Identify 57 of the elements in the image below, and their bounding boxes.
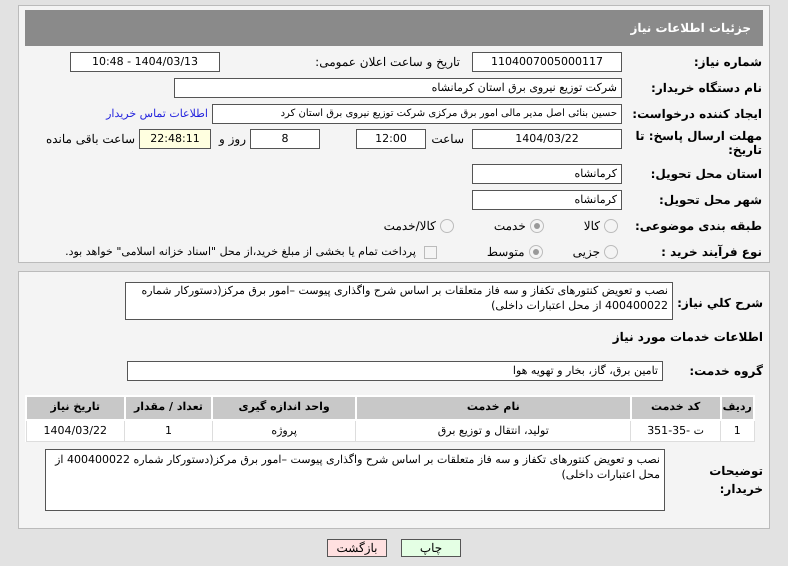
- column-header: واحد اندازه گیری: [212, 396, 356, 420]
- description-textarea[interactable]: نصب و تعویض کنتورهای تکفاز و سه فاز متعلقات بر اساس شرح واگذاری پیوست –امور برق مرکز(دستورکار شماره 400400022 از محل اعتبارات داخلی): [125, 282, 673, 320]
- text-field[interactable]: حسین بنائی اصل مدیر مالی امور برق مرکزی شرکت توزیع نیروی برق استان کرد: [212, 104, 622, 124]
- radio-button[interactable]: [528, 245, 543, 259]
- field-text: ساعت: [430, 131, 464, 148]
- notes-textarea[interactable]: نصب و تعویض کنتورهای تکفاز و سه فاز متعلقات بر اساس شرح واگذاری پیوست –امور برق مرکز(دستورکار شماره 400400022 از محل اعتبارات داخلی): [45, 449, 665, 511]
- print-button[interactable]: چاپ: [401, 539, 461, 557]
- field-label: تاریخ و ساعت اعلان عمومی:: [314, 54, 460, 71]
- text-field[interactable]: 8: [250, 129, 320, 149]
- field-text: ساعت باقی مانده: [46, 131, 135, 148]
- text-field[interactable]: 1404/03/13 - 10:48: [70, 52, 220, 72]
- radio-button[interactable]: [604, 219, 618, 233]
- field-text: خدمت: [494, 218, 526, 235]
- field-label: مهلت ارسال پاسخ: تا تاریخ:: [634, 129, 762, 157]
- field-label: گروه خدمت:: [688, 362, 763, 380]
- field-label: استان محل تحویل:: [650, 166, 762, 183]
- column-header: کد خدمت: [630, 396, 721, 420]
- radio-button[interactable]: [440, 219, 454, 233]
- field-text: متوسط: [486, 244, 525, 261]
- text-field[interactable]: 12:00: [356, 129, 426, 149]
- table-cell: 1: [124, 420, 212, 442]
- field-label: نام دستگاه خریدار:: [650, 80, 762, 97]
- text-field[interactable]: 22:48:11: [139, 129, 211, 149]
- text-field[interactable]: 1104007005000117: [472, 52, 622, 72]
- field-label: ایجاد کننده درخواست:: [631, 106, 762, 123]
- table-cell: پروژه: [212, 420, 356, 442]
- text-field[interactable]: تامین برق، گاز، بخار و تهویه هوا: [127, 360, 663, 380]
- field-label: شهر محل تحویل:: [658, 192, 762, 209]
- column-header: نام خدمت: [356, 396, 631, 420]
- text-field[interactable]: کرمانشاه: [472, 164, 622, 184]
- field-text: کالا: [584, 218, 600, 235]
- contact-link[interactable]: اطلاعات تماس خریدار: [106, 106, 208, 122]
- table-cell: ت -35-351: [630, 420, 721, 442]
- field-text: کالا/خدمت: [384, 218, 436, 235]
- field-label: شماره نیاز:: [692, 54, 762, 71]
- field-label: اطلاعات خدمات مورد نیاز: [612, 330, 763, 344]
- field-label: شرح کلي نياز:: [676, 295, 763, 312]
- field-text: پرداخت تمام یا بخشی از مبلغ خرید،از محل "اسناد خزانه اسلامی" خواهد بود.: [65, 244, 416, 260]
- table-cell: 1: [720, 420, 754, 442]
- text-field[interactable]: 1404/03/22: [472, 129, 622, 149]
- radio-button[interactable]: [604, 245, 618, 259]
- checkbox[interactable]: [424, 246, 437, 258]
- page-title: جزئیات اطلاعات نیاز: [630, 20, 751, 37]
- column-header: تعداد / مقدار: [124, 396, 212, 420]
- field-label: طبقه بندی موضوعی:: [634, 218, 762, 235]
- field-label: نوع فرآیند خرید :: [660, 244, 762, 261]
- table-cell: 1404/03/22: [26, 420, 125, 442]
- field-text: جزیی: [572, 244, 600, 261]
- radio-button[interactable]: [530, 219, 544, 233]
- column-header: تاریخ نیاز: [26, 396, 125, 420]
- back-button[interactable]: بازگشت: [327, 539, 387, 557]
- field-text: روز و: [219, 131, 246, 148]
- field-label: توضیحات خریدار:: [708, 463, 763, 498]
- text-field[interactable]: شرکت توزیع نیروی برق استان کرمانشاه: [174, 78, 622, 98]
- column-header: ردیف: [720, 396, 754, 420]
- text-field[interactable]: کرمانشاه: [472, 190, 622, 210]
- table-cell: تولید، انتقال و توزیع برق: [356, 420, 631, 442]
